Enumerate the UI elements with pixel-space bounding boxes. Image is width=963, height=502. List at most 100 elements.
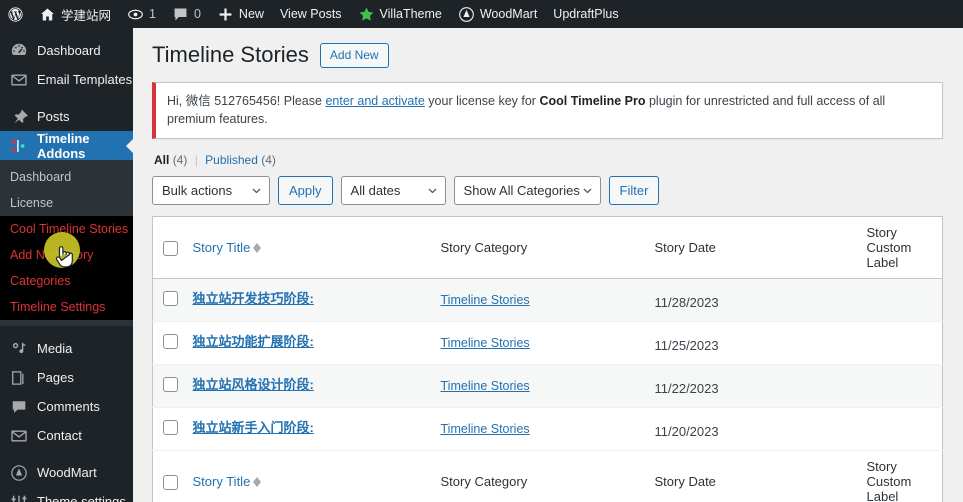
row-category-cell: Timeline Stories: [430, 364, 645, 409]
date-filter-select[interactable]: All dates: [340, 176, 446, 206]
submenu-highlight-block: Cool Timeline Stories Add New Story Cate…: [0, 216, 133, 320]
adminbar-new-content[interactable]: New: [209, 0, 272, 28]
bulk-actions-select-top[interactable]: Bulk actions: [152, 176, 270, 206]
row-category-cell: Timeline Stories: [430, 278, 645, 323]
column-header-category: Story Category: [430, 216, 645, 280]
row-custom-label-cell: [856, 407, 943, 452]
row-date-cell: 11/22/2023: [644, 364, 857, 409]
column-header-title[interactable]: Story Title: [182, 216, 431, 280]
sidebar-item-woodmart[interactable]: WoodMart: [0, 458, 133, 487]
filter-button[interactable]: Filter: [608, 176, 660, 206]
tablenav-top: Bulk actions Apply All dates Show All Ca…: [152, 176, 943, 206]
sidebar-item-label: Dashboard: [37, 43, 101, 58]
row-checkbox[interactable]: [163, 377, 178, 393]
submenu-item-add-new-story[interactable]: Add New Story: [0, 242, 133, 268]
category-filter-select[interactable]: Show All Categories: [453, 176, 601, 206]
sidebar-item-dashboard[interactable]: Dashboard: [0, 36, 133, 65]
story-category-link[interactable]: Timeline Stories: [441, 336, 530, 350]
adminbar-villatheme[interactable]: VillaTheme: [350, 0, 450, 28]
submenu-item-categories[interactable]: Categories: [0, 268, 133, 294]
adminbar-villatheme-label: VillaTheme: [379, 7, 442, 21]
views-filter-links: All (4) | Published (4): [154, 153, 943, 167]
select-all-checkbox-bottom[interactable]: [163, 474, 178, 490]
apply-button-top[interactable]: Apply: [278, 176, 333, 206]
sidebar-item-label: WoodMart: [37, 465, 97, 480]
comment-icon: [10, 398, 28, 416]
pages-icon: [10, 369, 28, 387]
column-footer-category: Story Category: [430, 450, 645, 502]
sliders-icon: [10, 493, 28, 502]
adminbar-view-posts[interactable]: View Posts: [272, 0, 350, 28]
view-link-published[interactable]: Published: [205, 153, 258, 167]
row-checkbox[interactable]: [163, 291, 178, 307]
sidebar-item-contact[interactable]: Contact: [0, 421, 133, 450]
select-all-footer: [152, 450, 183, 502]
submenu-item-timeline-settings[interactable]: Timeline Settings: [0, 294, 133, 320]
adminbar-site-name[interactable]: 学建站网: [31, 0, 119, 28]
adminbar-woodmart[interactable]: WoodMart: [450, 0, 545, 28]
table-footer-row: Story Title Story Category Story Date St…: [152, 450, 943, 502]
adminbar-updates-count: 1: [149, 7, 156, 21]
row-date-cell: 11/28/2023: [644, 278, 857, 323]
sidebar-item-timeline-addons[interactable]: Timeline Addons: [0, 131, 134, 161]
plus-icon: [217, 6, 234, 23]
column-footer-title[interactable]: Story Title: [182, 450, 431, 502]
home-icon: [39, 6, 56, 23]
date-filter-value: All dates: [350, 183, 401, 199]
row-category-cell: Timeline Stories: [430, 321, 645, 366]
row-checkbox-cell: [152, 321, 183, 366]
pin-icon: [10, 108, 28, 126]
sidebar-item-theme-settings[interactable]: Theme settings: [0, 487, 133, 502]
adminbar-comments[interactable]: 0: [164, 0, 209, 28]
menu-spacer-1: [0, 94, 133, 102]
story-title-link[interactable]: 独立站开发技巧阶段:: [193, 291, 314, 306]
row-custom-label-cell: [856, 364, 943, 409]
email-icon: [10, 71, 28, 89]
select-all-header: [152, 216, 183, 280]
adminbar-view-posts-label: View Posts: [279, 7, 342, 21]
row-checkbox[interactable]: [163, 334, 178, 350]
stories-table: Story Title Story Category Story Date St…: [152, 216, 943, 502]
story-title-link[interactable]: 独立站风格设计阶段:: [193, 377, 314, 392]
submenu-item-cool-timeline-stories[interactable]: Cool Timeline Stories: [0, 216, 133, 242]
story-category-link[interactable]: Timeline Stories: [441, 422, 530, 436]
submenu-item-license[interactable]: License: [0, 190, 133, 216]
table-row[interactable]: 独立站新手入门阶段: Timeline Stories 11/20/2023: [152, 407, 943, 452]
story-category-link[interactable]: Timeline Stories: [441, 293, 530, 307]
adminbar-updates[interactable]: 1: [119, 0, 164, 28]
sidebar-item-pages[interactable]: Pages: [0, 363, 133, 392]
sidebar-item-posts[interactable]: Posts: [0, 102, 133, 131]
row-custom-label-cell: [856, 278, 943, 323]
enter-and-activate-link[interactable]: enter and activate: [325, 94, 424, 108]
sidebar-item-label: Comments: [37, 399, 100, 414]
table-row[interactable]: 独立站风格设计阶段: Timeline Stories 11/22/2023: [152, 364, 943, 409]
sidebar-item-media[interactable]: Media: [0, 334, 133, 363]
table-row[interactable]: 独立站功能扩展阶段: Timeline Stories 11/25/2023: [152, 321, 943, 366]
story-title-link[interactable]: 独立站功能扩展阶段:: [193, 334, 314, 349]
sidebar-item-label: Contact: [37, 428, 82, 443]
sort-arrows-icon: [253, 242, 262, 253]
select-all-checkbox-top[interactable]: [163, 240, 178, 256]
column-header-title-label: Story Title: [192, 240, 251, 256]
row-title-cell: 独立站开发技巧阶段:: [182, 278, 431, 323]
admin-screen: 学建站网 1 0 New View Posts VillaTheme WoodM…: [0, 0, 963, 502]
submenu-item-dashboard[interactable]: Dashboard: [0, 164, 133, 190]
adminbar-updraftplus[interactable]: UpdraftPlus: [545, 0, 626, 28]
add-new-button[interactable]: Add New: [319, 42, 389, 68]
row-custom-label-cell: [856, 321, 943, 366]
story-category-link[interactable]: Timeline Stories: [441, 379, 530, 393]
story-title-link[interactable]: 独立站新手入门阶段:: [193, 420, 314, 435]
table-row[interactable]: 独立站开发技巧阶段: Timeline Stories 11/28/2023: [152, 278, 943, 323]
row-date-cell: 11/20/2023: [644, 407, 857, 452]
column-footer-title-label: Story Title: [192, 474, 251, 490]
row-checkbox-cell: [152, 364, 183, 409]
row-checkbox[interactable]: [163, 420, 178, 436]
view-link-all[interactable]: All: [154, 153, 169, 167]
adminbar-wp-logo[interactable]: [0, 0, 31, 28]
timeline-addons-submenu: Dashboard License Cool Timeline Stories …: [0, 160, 133, 326]
chevron-down-icon: [427, 188, 437, 194]
category-filter-value: Show All Categories: [463, 183, 580, 199]
sidebar-item-email-templates[interactable]: Email Templates: [0, 65, 133, 94]
menu-spacer-2: [0, 326, 133, 334]
sidebar-item-comments[interactable]: Comments: [0, 392, 133, 421]
